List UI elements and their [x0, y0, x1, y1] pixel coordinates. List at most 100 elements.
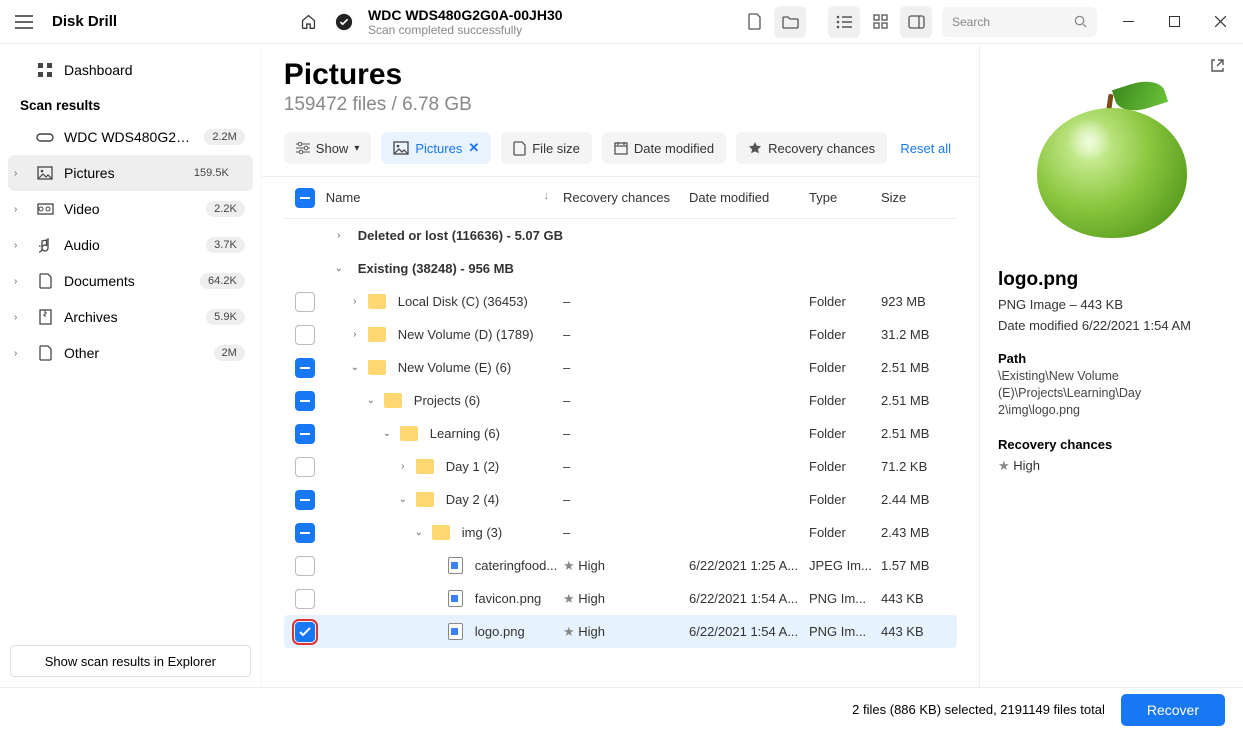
- popout-icon[interactable]: [1210, 58, 1225, 73]
- table-row[interactable]: ⌄img (3)–Folder2.43 MB: [284, 516, 957, 549]
- table-row[interactable]: favicon.png★ High6/22/2021 1:54 A...PNG …: [284, 582, 957, 615]
- row-checkbox[interactable]: [295, 292, 315, 312]
- page-subtitle: 159472 files / 6.78 GB: [284, 94, 957, 116]
- row-checkbox[interactable]: [295, 589, 315, 609]
- sidebar-item-archives[interactable]: ›Archives5.9K: [0, 299, 261, 335]
- recover-button[interactable]: Recover: [1121, 694, 1225, 726]
- expand-toggle[interactable]: ›: [348, 329, 362, 340]
- expand-toggle[interactable]: ⌄: [332, 263, 346, 274]
- row-checkbox[interactable]: [295, 424, 315, 444]
- row-checkbox[interactable]: [295, 622, 315, 642]
- expand-toggle[interactable]: ⌄: [380, 428, 394, 439]
- table-row[interactable]: cateringfood...★ High6/22/2021 1:25 A...…: [284, 549, 957, 582]
- table-row[interactable]: ›Local Disk (C) (36453)–Folder923 MB: [284, 285, 957, 318]
- expand-toggle[interactable]: ⌄: [412, 527, 426, 538]
- selection-status: 2 files (886 KB) selected, 2191149 files…: [852, 702, 1105, 717]
- table-row[interactable]: ›Day 1 (2)–Folder71.2 KB: [284, 450, 957, 483]
- filter-file-size[interactable]: File size: [501, 132, 592, 164]
- star-icon: [748, 141, 762, 155]
- row-name: Deleted or lost (116636) - 5.07 GB: [358, 228, 563, 243]
- page-title: Pictures: [284, 58, 957, 92]
- maximize-button[interactable]: [1151, 0, 1197, 44]
- filter-recovery-chances[interactable]: Recovery chances: [736, 132, 887, 164]
- view-folder-icon[interactable]: [774, 6, 806, 38]
- filter-date-modified[interactable]: Date modified: [602, 132, 726, 164]
- show-in-explorer-button[interactable]: Show scan results in Explorer: [10, 645, 251, 677]
- sidebar-dashboard[interactable]: Dashboard: [0, 52, 261, 88]
- row-name: logo.png: [475, 624, 525, 639]
- row-name: img (3): [462, 525, 502, 540]
- file-icon: [448, 623, 463, 640]
- status-icon: [328, 6, 360, 38]
- row-checkbox[interactable]: [295, 358, 315, 378]
- expand-toggle[interactable]: ⌄: [364, 395, 378, 406]
- col-type[interactable]: Type: [809, 190, 881, 205]
- sliders-icon: [296, 142, 310, 154]
- sidebar-item-documents[interactable]: ›Documents64.2K: [0, 263, 261, 299]
- expand-toggle[interactable]: ›: [332, 230, 346, 241]
- chevron-right-icon: ›: [14, 168, 17, 179]
- row-name: favicon.png: [475, 591, 542, 606]
- menu-button[interactable]: [12, 10, 36, 34]
- chevron-right-icon: ›: [14, 240, 17, 251]
- table-row[interactable]: logo.png★ High6/22/2021 1:54 A...PNG Im.…: [284, 615, 957, 648]
- chevron-down-icon: ▾: [354, 143, 359, 154]
- table-row[interactable]: ⌄Day 2 (4)–Folder2.44 MB: [284, 483, 957, 516]
- search-input[interactable]: Search: [942, 7, 1097, 37]
- audio-icon: [36, 236, 54, 254]
- table-row[interactable]: ⌄Existing (38248) - 956 MB: [284, 252, 957, 285]
- preview-image: [998, 73, 1225, 263]
- row-name: Day 2 (4): [446, 492, 499, 507]
- folder-icon: [368, 360, 386, 375]
- view-doc-icon[interactable]: [738, 6, 770, 38]
- sidebar-item-pictures[interactable]: ›Pictures159.5K: [8, 155, 253, 191]
- minimize-button[interactable]: [1105, 0, 1151, 44]
- chevron-right-icon: ›: [14, 204, 17, 215]
- expand-toggle[interactable]: ⌄: [348, 362, 362, 373]
- sidebar-item-other[interactable]: ›Other2M: [0, 335, 261, 371]
- sidebar-drive[interactable]: WDC WDS480G2G0A-0... 2.2M: [0, 119, 261, 155]
- table-row[interactable]: › Deleted or lost (116636) - 5.07 GB: [284, 219, 957, 252]
- table-row[interactable]: ⌄Learning (6)–Folder2.51 MB: [284, 417, 957, 450]
- col-name[interactable]: Name↓: [326, 190, 563, 205]
- document-icon: [36, 272, 54, 290]
- video-icon: [36, 200, 54, 218]
- expand-toggle[interactable]: ›: [348, 296, 362, 307]
- view-list-icon[interactable]: [828, 6, 860, 38]
- folder-icon: [432, 525, 450, 540]
- col-recovery[interactable]: Recovery chances: [563, 190, 689, 205]
- folder-icon: [368, 327, 386, 342]
- sidebar-item-video[interactable]: ›Video2.2K: [0, 191, 261, 227]
- image-icon: [393, 141, 409, 155]
- col-date[interactable]: Date modified: [689, 190, 809, 205]
- row-checkbox[interactable]: [295, 457, 315, 477]
- file-icon: [448, 590, 463, 607]
- filter-show[interactable]: Show ▾: [284, 132, 372, 164]
- row-name: New Volume (D) (1789): [398, 327, 534, 342]
- filter-pictures[interactable]: Pictures✕: [381, 132, 491, 164]
- dashboard-icon: [36, 61, 54, 79]
- row-checkbox[interactable]: [295, 523, 315, 543]
- remove-filter-icon[interactable]: ✕: [468, 140, 479, 156]
- view-split-icon[interactable]: [900, 6, 932, 38]
- col-size[interactable]: Size: [881, 190, 957, 205]
- home-button[interactable]: [292, 6, 324, 38]
- row-name: New Volume (E) (6): [398, 360, 511, 375]
- folder-icon: [384, 393, 402, 408]
- expand-toggle[interactable]: ⌄: [396, 494, 410, 505]
- view-grid-icon[interactable]: [864, 6, 896, 38]
- table-row[interactable]: ›New Volume (D) (1789)–Folder31.2 MB: [284, 318, 957, 351]
- reset-all-link[interactable]: Reset all: [900, 141, 957, 156]
- select-all-checkbox[interactable]: [295, 188, 315, 208]
- table-header: Name↓ Recovery chances Date modified Typ…: [284, 177, 957, 219]
- row-checkbox[interactable]: [295, 391, 315, 411]
- table-row[interactable]: ⌄New Volume (E) (6)–Folder2.51 MB: [284, 351, 957, 384]
- row-checkbox[interactable]: [295, 556, 315, 576]
- sidebar-item-audio[interactable]: ›Audio3.7K: [0, 227, 261, 263]
- row-checkbox[interactable]: [295, 490, 315, 510]
- row-checkbox[interactable]: [295, 325, 315, 345]
- close-button[interactable]: [1197, 0, 1243, 44]
- table-row[interactable]: ⌄Projects (6)–Folder2.51 MB: [284, 384, 957, 417]
- preview-rc-value: ★ High: [998, 458, 1225, 474]
- expand-toggle[interactable]: ›: [396, 461, 410, 472]
